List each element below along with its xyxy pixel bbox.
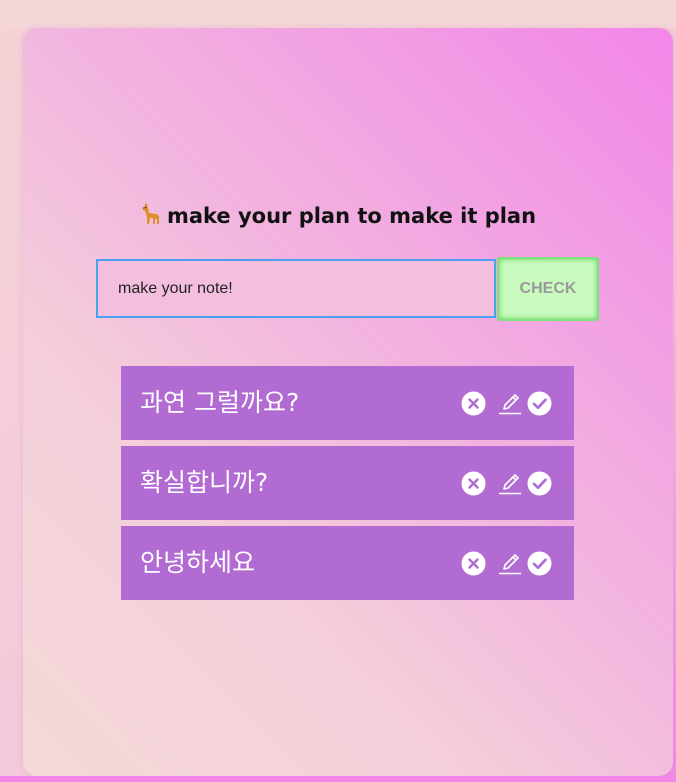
page-title: make your plan to make it plan <box>0 202 676 228</box>
check-button[interactable]: CHECK <box>497 257 599 321</box>
check-circle-icon[interactable] <box>527 551 552 576</box>
todo-item: 안녕하세요 <box>121 526 574 600</box>
delete-icon[interactable] <box>461 471 486 496</box>
bottom-strip <box>0 776 676 782</box>
check-circle-icon[interactable] <box>527 391 552 416</box>
todo-text: 과연 그럴까요? <box>140 388 300 417</box>
todo-item: 확실합니까? <box>121 446 574 520</box>
pencil-icon[interactable] <box>498 551 523 576</box>
delete-icon[interactable] <box>461 551 486 576</box>
todo-list: 과연 그럴까요? 확실합니까? 안녕하세요 <box>121 366 574 606</box>
pencil-icon[interactable] <box>498 391 523 416</box>
todo-text: 확실합니까? <box>140 468 269 497</box>
todo-item: 과연 그럴까요? <box>121 366 574 440</box>
llama-emoji-icon <box>140 202 164 226</box>
check-circle-icon[interactable] <box>527 471 552 496</box>
page-title-text: make your plan to make it plan <box>166 204 537 228</box>
top-strip <box>0 0 676 28</box>
todo-text: 안녕하세요 <box>140 548 256 577</box>
delete-icon[interactable] <box>461 391 486 416</box>
note-input[interactable] <box>96 259 496 318</box>
pencil-icon[interactable] <box>498 471 523 496</box>
